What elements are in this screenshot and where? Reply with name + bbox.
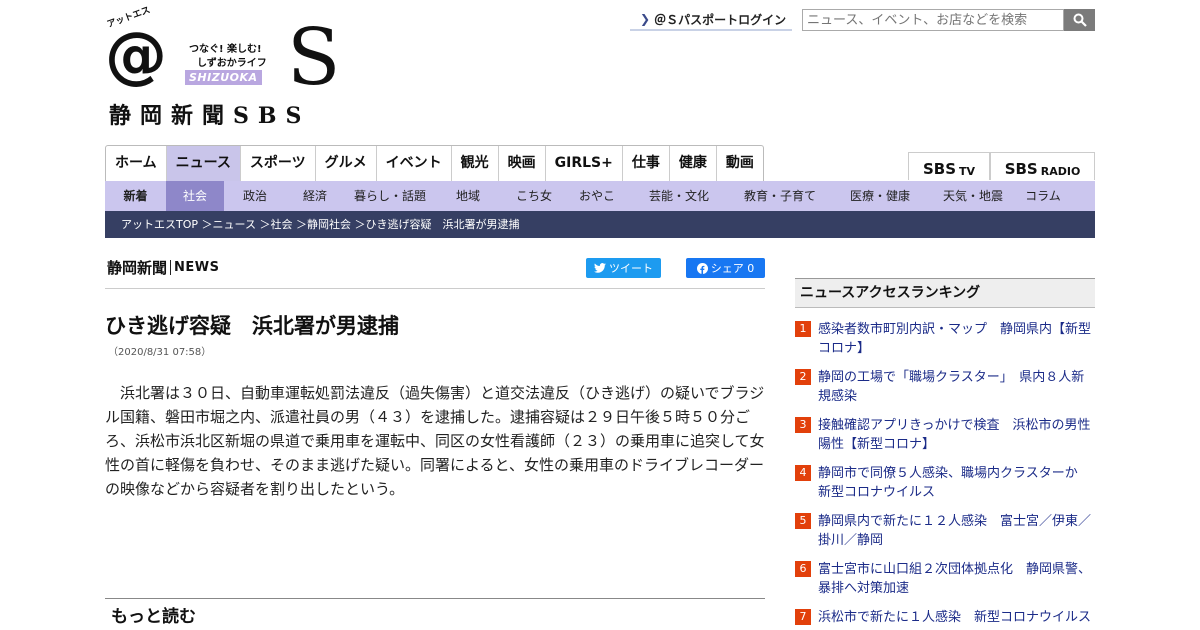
subnav-item-politics[interactable]: 政治	[224, 181, 286, 211]
logo-shizuoka: SHIZUOKA	[185, 70, 262, 85]
ranking-item[interactable]: 3 接触確認アプリきっかけで検査 浜松市の男性陽性【新型コロナ】	[795, 416, 1095, 464]
ranking-item[interactable]: 7 浜松市で新たに１人感染 新型コロナウイルス	[795, 608, 1095, 630]
rank-number: 2	[795, 369, 811, 385]
ranking-item[interactable]: 1 感染者数市町別内訳・マップ 静岡県内【新型コロナ】	[795, 320, 1095, 368]
nav-item-home[interactable]: ホーム	[106, 146, 167, 181]
subnav-item-kochijo[interactable]: こち女	[500, 181, 568, 211]
ranking-title: ニュースアクセスランキング	[795, 278, 1095, 308]
rank-link[interactable]: 浜松市で新たに１人感染 新型コロナウイルス	[818, 608, 1095, 630]
ranking-item[interactable]: 5 静岡県内で新たに１２人感染 富士宮／伊東／掛川／静岡	[795, 512, 1095, 560]
subnav-item-economy[interactable]: 経済	[286, 181, 344, 211]
ranking-item[interactable]: 2 静岡の工場で「職場クラスター」 県内８人新規感染	[795, 368, 1095, 416]
sbs-tv-link[interactable]: SBS TV	[908, 152, 990, 180]
divider	[105, 288, 765, 289]
nav-item-sports[interactable]: スポーツ	[241, 146, 316, 181]
rank-link[interactable]: 静岡県内で新たに１２人感染 富士宮／伊東／掛川／静岡	[818, 512, 1095, 560]
nav-item-video[interactable]: 動画	[717, 146, 763, 181]
login-label: ＠Ｓパスポートログイン	[654, 12, 787, 27]
ranking-item[interactable]: 4 静岡市で同僚５人感染、職場内クラスターか 新型コロナウイルス	[795, 464, 1095, 512]
facebook-icon	[696, 262, 708, 274]
search-button[interactable]	[1064, 9, 1095, 31]
subnav-item-column[interactable]: コラム	[1014, 181, 1072, 211]
sbs-radio-sub: RADIO	[1040, 165, 1081, 178]
nav-item-news[interactable]: ニュース	[166, 146, 241, 181]
sbs-radio-main: SBS	[1004, 160, 1038, 178]
rank-link[interactable]: 静岡の工場で「職場クラスター」 県内８人新規感染	[818, 368, 1095, 416]
rank-number: 6	[795, 561, 811, 577]
rank-link[interactable]: 静岡市で同僚５人感染、職場内クラスターか 新型コロナウイルス	[818, 464, 1095, 512]
sub-nav: 新着 社会 政治 経済 暮らし・話題 地域 こち女 おやこ 芸能・文化 教育・子…	[105, 181, 1095, 211]
sbs-tv-sub: TV	[959, 165, 976, 178]
logo-tagline-2: しずおかライフ	[197, 58, 267, 69]
login-link[interactable]: ❯ ＠Ｓパスポートログイン	[630, 9, 792, 31]
site-logo[interactable]: アットエス @ つなぐ! 楽しむ! しずおかライフ SHIZUOKA S 静岡新…	[105, 5, 340, 129]
ranking-list: 1 感染者数市町別内訳・マップ 静岡県内【新型コロナ】 2 静岡の工場で「職場ク…	[795, 320, 1095, 630]
share-label: シェア 0	[710, 262, 755, 275]
subnav-item-medical[interactable]: 医療・健康	[828, 181, 932, 211]
logo-s-mark: S	[287, 13, 341, 103]
shizuoka-news-brand: 静岡新聞 NEWS	[107, 257, 219, 278]
rank-number: 1	[795, 321, 811, 337]
chevron-right-icon: ❯	[640, 12, 651, 26]
nav-item-health[interactable]: 健康	[670, 146, 717, 181]
logo-at-mark: @	[105, 18, 167, 91]
rank-number: 7	[795, 609, 811, 625]
nav-item-gourmet[interactable]: グルメ	[316, 146, 377, 181]
divider	[105, 598, 765, 599]
article-date: （2020/8/31 07:58）	[108, 347, 212, 358]
sbs-tv-main: SBS	[922, 160, 956, 178]
brand-tabs: SBS TV SBS RADIO	[908, 152, 1095, 180]
brand-main: 静岡新聞	[107, 259, 168, 277]
subnav-item-education[interactable]: 教育・子育て	[732, 181, 828, 211]
facebook-share-button[interactable]: シェア 0	[686, 258, 765, 278]
tweet-label: ツイート	[609, 262, 653, 275]
article-body: 浜北署は３０日、自動車運転処罰法違反（過失傷害）と道交法違反（ひき逃げ）の疑いで…	[105, 384, 765, 498]
subnav-item-latest[interactable]: 新着	[105, 181, 166, 211]
nav-item-movie[interactable]: 映画	[499, 146, 546, 181]
subnav-item-weather[interactable]: 天気・地震	[932, 181, 1014, 211]
logo-tagline-1: つなぐ! 楽しむ!	[189, 44, 262, 55]
sbs-radio-link[interactable]: SBS RADIO	[990, 152, 1095, 180]
search-input[interactable]	[802, 9, 1064, 31]
rank-link[interactable]: 富士宮市に山口組２次団体拠点化 静岡県警、暴排へ対策加速	[818, 560, 1095, 608]
nav-item-sightseeing[interactable]: 観光	[452, 146, 499, 181]
subnav-item-lifestyle[interactable]: 暮らし・話題	[344, 181, 436, 211]
read-more-heading: もっと読む	[111, 607, 196, 627]
rank-number: 3	[795, 417, 811, 433]
logo-company-name: 静岡新聞SBS	[109, 103, 311, 129]
rank-number: 4	[795, 465, 811, 481]
subnav-item-oyako[interactable]: おやこ	[568, 181, 626, 211]
subnav-item-culture[interactable]: 芸能・文化	[626, 181, 732, 211]
breadcrumb[interactable]: アットエスTOP ＞ニュース ＞社会 ＞静岡社会 ＞ひき逃げ容疑 浜北署が男逮捕	[105, 211, 1095, 238]
subnav-item-society[interactable]: 社会	[166, 181, 224, 211]
brand-separator	[170, 260, 172, 275]
twitter-bird-icon	[594, 263, 606, 273]
subnav-item-region[interactable]: 地域	[436, 181, 500, 211]
rank-link[interactable]: 感染者数市町別内訳・マップ 静岡県内【新型コロナ】	[818, 320, 1095, 368]
tweet-button[interactable]: ツイート	[586, 258, 661, 278]
nav-item-event[interactable]: イベント	[377, 146, 452, 181]
rank-number: 5	[795, 513, 811, 529]
brand-sub: NEWS	[174, 260, 220, 275]
article-headline: ひき逃げ容疑 浜北署が男逮捕	[105, 314, 399, 338]
nav-item-girls[interactable]: GIRLS+	[546, 146, 623, 181]
main-nav: ホーム ニュース スポーツ グルメ イベント 観光 映画 GIRLS+ 仕事 健…	[105, 145, 764, 181]
nav-item-jobs[interactable]: 仕事	[623, 146, 670, 181]
search-icon	[1073, 13, 1087, 27]
rank-link[interactable]: 接触確認アプリきっかけで検査 浜松市の男性陽性【新型コロナ】	[818, 416, 1095, 464]
ranking-item[interactable]: 6 富士宮市に山口組２次団体拠点化 静岡県警、暴排へ対策加速	[795, 560, 1095, 608]
